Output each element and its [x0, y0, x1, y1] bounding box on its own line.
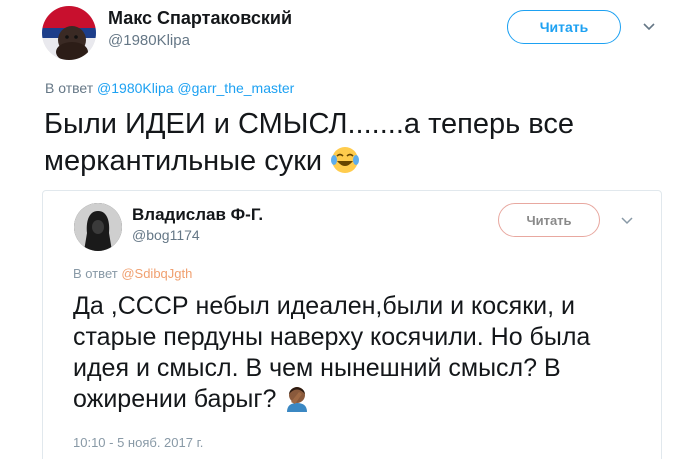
quoted-reply-prefix: В ответ — [73, 266, 118, 281]
author-name[interactable]: Макс Спартаковский — [108, 8, 292, 29]
quoted-author-handle[interactable]: @bog1174 — [132, 227, 200, 243]
quoted-reply-context: В ответ @SdibqJgth — [73, 266, 192, 281]
quoted-timestamp[interactable]: 10:10 - 5 нояб. 2017 г. — [73, 435, 203, 450]
chevron-down-icon[interactable] — [641, 18, 657, 34]
face-with-tears-of-joy-icon — [331, 147, 360, 173]
quoted-follow-button[interactable]: Читать — [498, 203, 600, 237]
quoted-avatar[interactable] — [74, 203, 122, 251]
quoted-tweet-text-body: Да ,СССР небыл идеален,были и косяки, и … — [73, 292, 591, 413]
quoted-chevron-down-icon[interactable] — [620, 213, 634, 227]
tweet-text: Были ИДЕИ и СМЫСЛ.......а теперь все мер… — [44, 106, 664, 180]
reply-handles-link[interactable]: @1980Klipa @garr_the_master — [97, 80, 294, 96]
quoted-follow-button-label: Читать — [526, 212, 572, 228]
follow-button-label: Читать — [539, 19, 589, 35]
quoted-tweet-card[interactable]: Владислав Ф-Г. @bog1174 Читать В ответ @… — [42, 190, 662, 459]
avatar[interactable] — [42, 6, 96, 60]
tweet: Макс Спартаковский @1980Klipa Читать В о… — [0, 0, 695, 459]
reply-context: В ответ @1980Klipa @garr_the_master — [45, 80, 294, 96]
quoted-reply-handle-link[interactable]: @SdibqJgth — [121, 266, 192, 281]
quoted-tweet-text: Да ,СССР небыл идеален,были и косяки, и … — [73, 291, 633, 415]
person-facepalming-icon — [287, 387, 308, 412]
quoted-author-name[interactable]: Владислав Ф-Г. — [132, 205, 263, 225]
reply-prefix: В ответ — [45, 80, 94, 96]
author-handle[interactable]: @1980Klipa — [108, 32, 190, 49]
follow-button[interactable]: Читать — [507, 10, 621, 44]
tweet-text-body: Были ИДЕИ и СМЫСЛ.......а теперь все мер… — [44, 108, 575, 177]
